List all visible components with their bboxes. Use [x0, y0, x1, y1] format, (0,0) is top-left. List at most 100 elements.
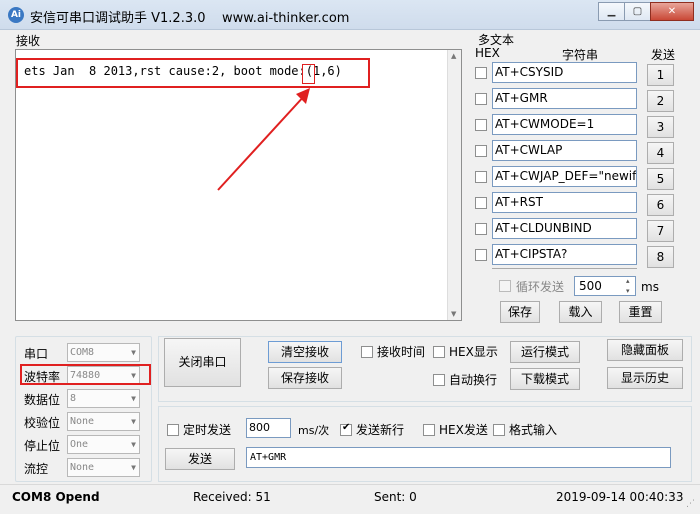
hex-display-checkbox[interactable]	[433, 345, 445, 358]
send-button[interactable]: 发送	[165, 448, 235, 470]
scroll-down-icon[interactable]: ▼	[451, 310, 456, 318]
multi-send-button[interactable]: 2	[647, 90, 674, 112]
status-bar: COM8 Opend Received: 51 Sent: 0 2019-09-…	[0, 484, 700, 514]
hex-checkbox[interactable]	[475, 197, 487, 209]
multi-text-field[interactable]: AT+RST	[492, 192, 637, 213]
serial-debug-window: Ai 安信可串口调试助手 V1.2.3.0 www.ai-thinker.com…	[0, 0, 700, 514]
multi-text-field[interactable]: AT+GMR	[492, 88, 637, 109]
scroll-up-icon[interactable]: ▲	[451, 52, 456, 60]
flow-label: 流控	[24, 462, 49, 476]
receive-time-checkbox[interactable]	[361, 345, 373, 358]
hex-checkbox[interactable]	[475, 145, 487, 157]
hex-checkbox[interactable]	[475, 119, 487, 131]
port-status: COM8 Opend	[12, 490, 100, 504]
receive-time-label: 接收时间	[377, 345, 426, 359]
multi-text-field[interactable]: AT+CWLAP	[492, 140, 637, 161]
send-newline-checkbox[interactable]	[340, 422, 352, 436]
chevron-down-icon: ▼	[131, 417, 136, 426]
multi-send-button[interactable]: 6	[647, 194, 674, 216]
multi-send-button[interactable]: 1	[647, 64, 674, 86]
format-input-option[interactable]: 格式输入	[493, 421, 557, 438]
show-history-button[interactable]: 显示历史	[607, 367, 683, 389]
hex-checkbox[interactable]	[475, 93, 487, 105]
stopbits-value: One	[70, 439, 89, 450]
resize-grip-icon[interactable]: ⋰	[686, 499, 695, 509]
multi-text-field[interactable]: AT+CWJAP_DEF="newifi_	[492, 166, 637, 187]
port-select[interactable]: COM8 ▼	[67, 343, 140, 362]
reset-button[interactable]: 重置	[619, 301, 662, 323]
received-count: Received: 51	[193, 490, 271, 504]
hide-panel-button[interactable]: 隐藏面板	[607, 339, 683, 361]
close-port-button[interactable]: 关闭串口	[164, 338, 241, 387]
multi-text-field[interactable]: AT+CIPSTA?	[492, 244, 637, 265]
multi-send-button[interactable]: 4	[647, 142, 674, 164]
port-value: COM8	[70, 347, 95, 358]
send-text-input[interactable]: AT+GMR	[246, 447, 671, 468]
hex-send-checkbox[interactable]	[423, 423, 435, 436]
stopbits-select[interactable]: One ▼	[67, 435, 140, 454]
save-button[interactable]: 保存	[500, 301, 540, 323]
spin-arrows-icon[interactable]: ▴ ▾	[626, 276, 630, 296]
window-title: 安信可串口调试助手 V1.2.3.0 www.ai-thinker.com	[30, 11, 350, 26]
receive-scrollbar[interactable]: ▲ ▼	[447, 50, 461, 320]
sent-count: Sent: 0	[374, 490, 417, 504]
clear-receive-button[interactable]: 清空接收	[268, 341, 342, 363]
load-button[interactable]: 载入	[559, 301, 602, 323]
flow-select[interactable]: None ▼	[67, 458, 140, 477]
hex-checkbox[interactable]	[475, 223, 487, 235]
databits-select[interactable]: 8 ▼	[67, 389, 140, 408]
string-column-header: 字符串	[562, 48, 599, 62]
multi-text-field[interactable]: AT+CLDUNBIND	[492, 218, 637, 239]
multi-send-button[interactable]: 5	[647, 168, 674, 190]
download-mode-button[interactable]: 下载模式	[510, 368, 580, 390]
maximize-button[interactable]: ▢	[624, 2, 651, 21]
hex-checkbox[interactable]	[475, 249, 487, 261]
databits-label: 数据位	[24, 393, 61, 407]
send-newline-label: 发送新行	[356, 423, 405, 437]
chevron-down-icon: ▼	[131, 463, 136, 472]
multi-send-button[interactable]: 7	[647, 220, 674, 242]
run-mode-button[interactable]: 运行模式	[510, 341, 580, 363]
format-input-label: 格式输入	[509, 423, 558, 437]
stopbits-label: 停止位	[24, 439, 61, 453]
timed-send-option[interactable]: 定时发送	[167, 421, 231, 438]
auto-wrap-option[interactable]: 自动换行	[433, 371, 497, 388]
loop-send-label: 循环发送	[516, 280, 565, 294]
timed-send-label: 定时发送	[183, 423, 232, 437]
annotation-arrow-icon	[217, 88, 310, 191]
hex-checkbox[interactable]	[475, 171, 487, 183]
multi-text-field[interactable]: AT+CSYSID	[492, 62, 637, 83]
hex-display-option[interactable]: HEX显示	[433, 343, 498, 360]
parity-select[interactable]: None ▼	[67, 412, 140, 431]
interval-unit-label: ms/次	[298, 424, 330, 437]
close-button[interactable]: ✕	[650, 2, 694, 21]
minimize-button[interactable]: ▁	[598, 2, 625, 21]
multi-send-button[interactable]: 8	[647, 246, 674, 268]
multi-text-field[interactable]: AT+CWMODE=1	[492, 114, 637, 135]
hex-send-label: HEX发送	[439, 423, 488, 437]
timed-send-checkbox[interactable]	[167, 423, 179, 436]
chevron-down-icon: ▼	[131, 394, 136, 403]
multi-send-button[interactable]: 3	[647, 116, 674, 138]
receive-time-option[interactable]: 接收时间	[361, 343, 425, 360]
auto-wrap-checkbox[interactable]	[433, 373, 445, 386]
send-group	[158, 406, 692, 482]
save-receive-button[interactable]: 保存接收	[268, 367, 342, 389]
multi-list-divider	[492, 268, 637, 271]
app-logo-icon: Ai	[8, 7, 24, 23]
loop-send-checkbox[interactable]	[499, 280, 511, 292]
format-input-checkbox[interactable]	[493, 423, 505, 436]
parity-label: 校验位	[24, 416, 61, 430]
highlight-box-baud	[20, 364, 151, 385]
hex-checkbox[interactable]	[475, 67, 487, 79]
hex-display-label: HEX显示	[449, 345, 498, 359]
hex-send-option[interactable]: HEX发送	[423, 421, 488, 438]
send-column-header: 发送	[651, 48, 676, 62]
title-bar: Ai 安信可串口调试助手 V1.2.3.0 www.ai-thinker.com…	[0, 0, 700, 30]
auto-wrap-label: 自动换行	[449, 373, 498, 387]
databits-value: 8	[70, 393, 77, 404]
send-interval-input[interactable]: 800	[246, 418, 291, 438]
send-newline-option[interactable]: 发送新行	[340, 421, 404, 438]
receive-label: 接收	[16, 34, 41, 48]
parity-value: None	[70, 416, 95, 427]
